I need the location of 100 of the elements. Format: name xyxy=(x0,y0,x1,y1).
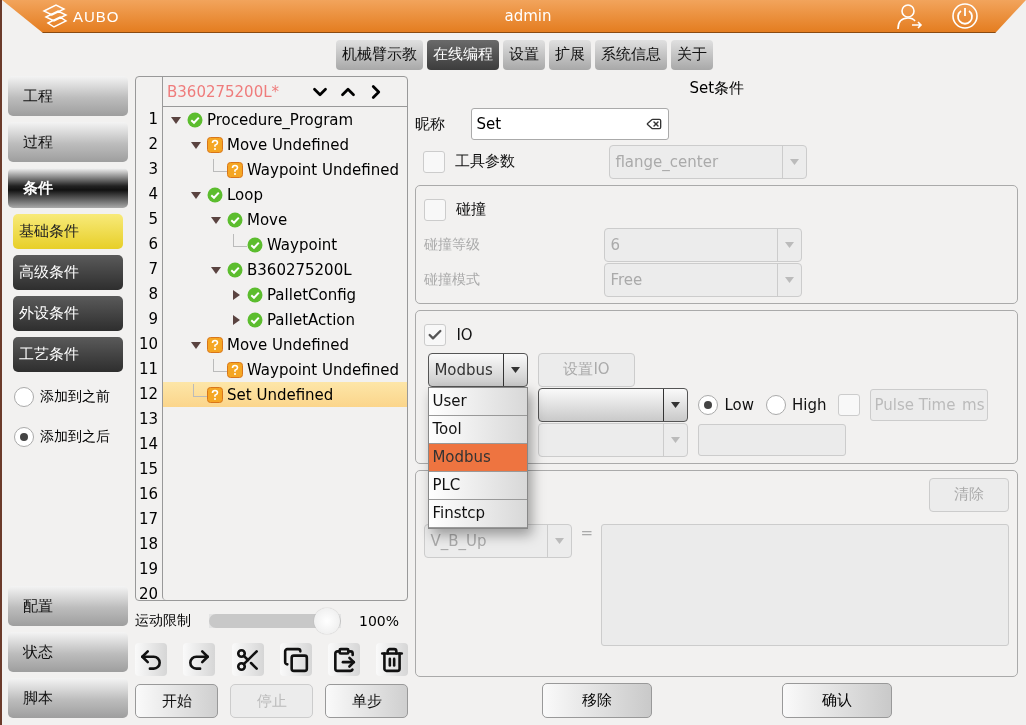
name-field[interactable]: Set xyxy=(471,108,670,140)
line-number: 12 xyxy=(137,384,159,405)
radio-button[interactable] xyxy=(14,427,34,447)
run-button[interactable]: 单步 xyxy=(325,684,409,718)
program-name: B360275200L* xyxy=(167,82,281,101)
copy-button[interactable] xyxy=(279,643,312,677)
tree-row[interactable]: Move Undefined xyxy=(163,132,408,157)
check-icon xyxy=(187,111,203,128)
action-button[interactable]: 确认 xyxy=(781,683,892,718)
menu-item[interactable]: User xyxy=(429,387,528,416)
node-label: PalletAction xyxy=(267,310,355,329)
condition-button[interactable]: 外设条件 xyxy=(13,296,123,331)
io-value-field[interactable] xyxy=(698,423,847,456)
field-label: 昵称 xyxy=(415,114,446,134)
logo-icon xyxy=(40,3,70,29)
sidebar-button[interactable]: 条件 xyxy=(8,168,128,208)
line-number: 13 xyxy=(137,409,159,430)
condition-button[interactable]: 基础条件 xyxy=(13,214,123,249)
panel-title: Set条件 xyxy=(688,78,746,99)
line-number: 14 xyxy=(137,434,159,455)
selected-tree-row[interactable]: Set Undefined xyxy=(163,382,408,407)
cut-button[interactable] xyxy=(231,643,264,677)
logo-text: AUBO xyxy=(73,7,120,25)
checkbox[interactable] xyxy=(423,150,446,173)
slider-value: 100% xyxy=(359,613,400,630)
tree-row[interactable]: Waypoint xyxy=(163,232,408,257)
caret-icon xyxy=(555,538,565,544)
delete-icon xyxy=(379,646,406,673)
tree-row[interactable]: Move xyxy=(163,207,408,232)
node-label: Loop xyxy=(227,185,263,204)
field-label: 碰撞模式 xyxy=(424,270,482,289)
caret-icon xyxy=(785,241,795,248)
tab[interactable]: 设置 xyxy=(502,39,545,70)
node-label: Waypoint xyxy=(267,235,338,254)
question-icon xyxy=(207,136,223,153)
tree-row[interactable]: Move Undefined xyxy=(163,332,408,357)
condition-button[interactable]: 高级条件 xyxy=(13,255,123,290)
check-icon xyxy=(207,186,223,203)
tree-row[interactable]: Waypoint Undefined xyxy=(163,157,408,182)
menu-item[interactable]: Tool xyxy=(429,415,528,444)
tree-row[interactable]: Waypoint Undefined xyxy=(163,357,408,382)
radio-button[interactable] xyxy=(14,387,34,407)
checkbox-label: 碰撞 xyxy=(456,200,487,219)
clear-icon[interactable] xyxy=(646,116,663,132)
node-label: Waypoint Undefined xyxy=(247,160,399,179)
sidebar-button[interactable]: 状态 xyxy=(8,632,128,672)
condition-button[interactable]: 工艺条件 xyxy=(13,337,123,372)
line-number: 3 xyxy=(147,159,159,180)
line-number: 2 xyxy=(147,134,159,155)
check-icon xyxy=(247,286,263,303)
action-button[interactable]: 移除 xyxy=(541,683,652,718)
window-title: admin xyxy=(503,7,553,25)
menu-item[interactable]: Modbus xyxy=(429,443,528,472)
node-label: Move Undefined xyxy=(227,335,349,354)
node-label: Procedure_Program xyxy=(207,110,354,129)
sidebar-button[interactable]: 工程 xyxy=(8,76,128,116)
check-icon xyxy=(227,261,243,278)
tree-row[interactable]: PalletAction xyxy=(163,307,408,332)
tree-row[interactable]: Loop xyxy=(163,182,408,207)
sidebar-button[interactable]: 配置 xyxy=(8,586,128,626)
io-port-dropdown[interactable] xyxy=(538,387,689,422)
checkbox[interactable] xyxy=(424,198,447,221)
check-icon xyxy=(227,211,243,228)
power-icon[interactable] xyxy=(952,3,978,29)
line-number: 5 xyxy=(147,209,159,230)
radio-button[interactable] xyxy=(765,394,786,415)
equals-sign: = xyxy=(580,524,593,542)
tree-row[interactable]: PalletConfig xyxy=(163,282,408,307)
line-number: 16 xyxy=(137,484,159,505)
tab[interactable]: 系统信息 xyxy=(594,39,667,70)
undo-button[interactable] xyxy=(135,643,167,677)
run-button[interactable]: 开始 xyxy=(135,684,219,718)
line-number: 17 xyxy=(137,509,159,530)
paste-icon xyxy=(331,646,358,673)
redo-button[interactable] xyxy=(183,643,216,677)
checkbox[interactable] xyxy=(424,323,447,346)
tab[interactable]: 关于 xyxy=(670,39,713,70)
tab[interactable]: 在线编程 xyxy=(426,39,499,70)
user-icon[interactable] xyxy=(896,2,924,30)
sidebar-button[interactable]: 过程 xyxy=(8,122,128,162)
tab[interactable]: 扩展 xyxy=(548,39,591,70)
tree-row[interactable]: B360275200L xyxy=(163,257,408,282)
radio-button[interactable] xyxy=(698,394,719,415)
delete-button[interactable] xyxy=(376,643,409,677)
line-number: 10 xyxy=(137,334,159,355)
checkbox[interactable] xyxy=(838,393,861,416)
checkbox-label: IO xyxy=(456,325,473,344)
tree-row[interactable]: Procedure_Program xyxy=(163,107,408,132)
caret-icon xyxy=(785,276,795,283)
tab[interactable]: 机械臂示教 xyxy=(335,39,423,70)
sidebar-button[interactable]: 脚本 xyxy=(8,678,128,718)
io-type-dropdown[interactable]: Modbus xyxy=(428,352,529,387)
line-number: 18 xyxy=(137,534,159,555)
menu-item[interactable]: PLC xyxy=(429,471,528,500)
node-label: Set Undefined xyxy=(227,385,334,404)
line-number: 20 xyxy=(137,584,159,605)
menu-item[interactable]: Finstcp xyxy=(429,499,528,528)
line-number: 11 xyxy=(137,359,159,380)
paste-button[interactable] xyxy=(328,643,361,677)
caret-icon xyxy=(790,158,800,165)
